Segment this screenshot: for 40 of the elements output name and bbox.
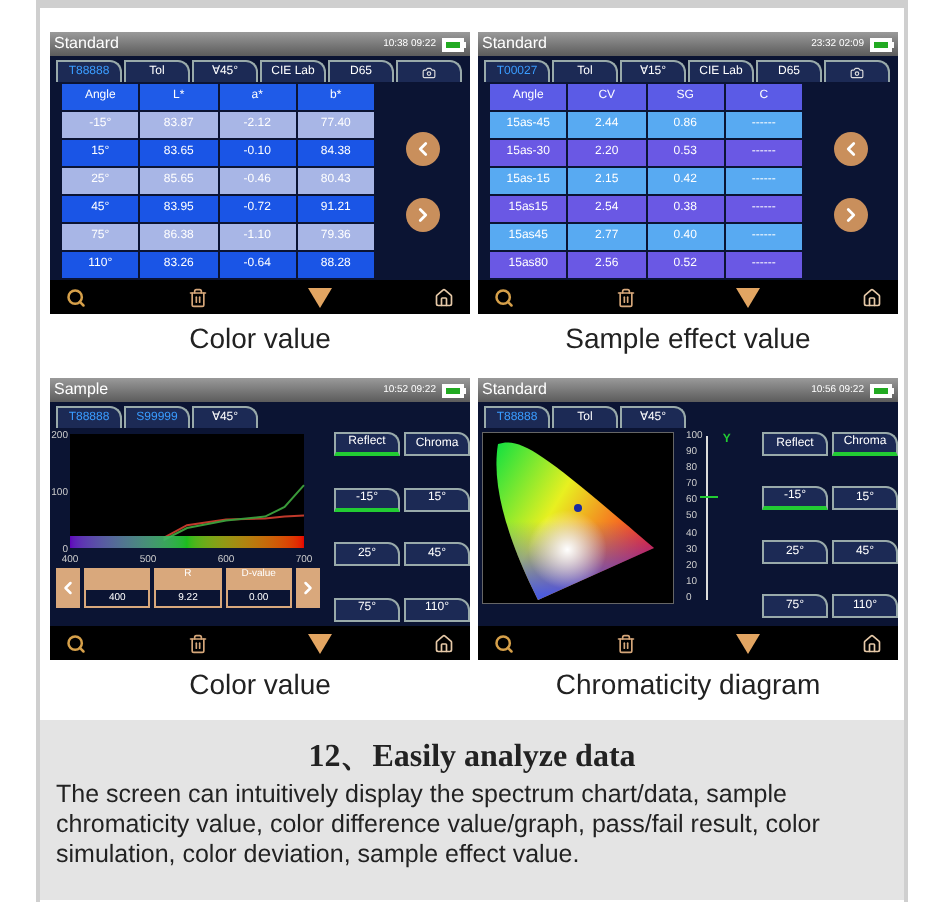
battery-icon (870, 37, 894, 51)
camera-icon (850, 65, 864, 79)
screen-title: Standard (482, 36, 547, 52)
screen-caption: Sample effect value (565, 322, 811, 354)
home-icon[interactable] (861, 287, 882, 307)
trash-icon[interactable] (615, 287, 636, 307)
down-triangle-icon[interactable] (308, 633, 333, 653)
camera-tab[interactable] (396, 60, 462, 82)
screen-title: Sample (54, 382, 109, 398)
home-icon[interactable] (861, 633, 882, 653)
trash-icon[interactable] (187, 633, 208, 653)
trash-icon[interactable] (187, 287, 208, 307)
home-icon[interactable] (433, 287, 454, 307)
section-title: 12、Easily analyze data (306, 740, 638, 776)
section-description: The screen can intuitively display the spectrum chart/data, sample chromaticity value, color difference value/graph, pass/fail result, color simulation, color deviation, sample effect value. (56, 780, 822, 870)
camera-icon (422, 65, 436, 79)
battery-icon (442, 37, 466, 51)
previous-button[interactable] (833, 131, 867, 165)
down-triangle-icon[interactable] (736, 633, 761, 653)
search-icon[interactable] (494, 633, 514, 653)
trash-icon[interactable] (615, 633, 636, 653)
screen-caption: Color value (189, 668, 331, 700)
screen-title: Standard (482, 382, 547, 398)
next-button[interactable] (295, 568, 320, 608)
search-icon[interactable] (66, 287, 86, 307)
next-button[interactable] (833, 197, 867, 231)
previous-button[interactable] (405, 131, 439, 165)
search-icon[interactable] (66, 633, 86, 653)
search-icon[interactable] (494, 287, 514, 307)
battery-icon (442, 383, 466, 397)
next-button[interactable] (405, 197, 439, 231)
home-icon[interactable] (433, 633, 454, 653)
screen-caption: Color value (189, 322, 331, 354)
down-triangle-icon[interactable] (308, 287, 333, 307)
screen-caption: Chromaticity diagram (555, 668, 821, 700)
screen-title: Standard (54, 36, 119, 52)
down-triangle-icon[interactable] (736, 287, 761, 307)
battery-icon (870, 383, 894, 397)
chevron-left-icon (58, 578, 78, 598)
camera-tab[interactable] (824, 60, 890, 82)
